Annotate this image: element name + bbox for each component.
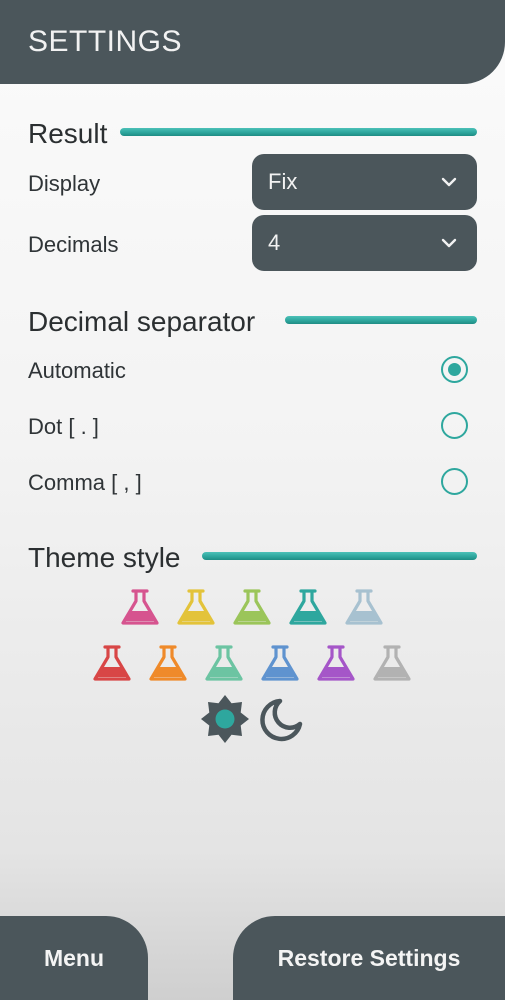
theme-flask-icon-9[interactable] xyxy=(314,642,358,684)
menu-button-label: Menu xyxy=(43,944,105,971)
display-select[interactable]: Fix xyxy=(252,154,477,210)
moon-icon[interactable] xyxy=(258,697,304,743)
section-title-decimal-separator: Decimal separator xyxy=(28,306,256,337)
radio-comma[interactable] xyxy=(441,468,468,495)
radio-selected-dot xyxy=(448,363,461,376)
radio-automatic[interactable] xyxy=(441,356,468,383)
decimals-value: 4 xyxy=(268,230,281,255)
header-bar: SETTINGS xyxy=(0,0,505,84)
theme-flask-icon-6[interactable] xyxy=(146,642,190,684)
display-value: Fix xyxy=(268,169,298,194)
section-title-result: Result xyxy=(28,118,108,149)
theme-flask-icon-0[interactable] xyxy=(118,586,162,628)
decimals-select[interactable]: 4 xyxy=(252,215,477,271)
decimals-label: Decimals xyxy=(28,232,119,257)
option-dot-label: Dot [ . ] xyxy=(28,414,99,439)
display-label: Display xyxy=(28,171,101,196)
theme-flask-icon-3[interactable] xyxy=(286,586,330,628)
section-title-theme-style: Theme style xyxy=(28,542,181,573)
chevron-down-icon xyxy=(441,238,457,248)
section-divider-decimal-separator xyxy=(285,316,477,324)
sun-icon[interactable] xyxy=(199,693,251,745)
theme-flask-icon-7[interactable] xyxy=(202,642,246,684)
option-comma-label: Comma [ , ] xyxy=(28,470,142,495)
theme-flask-icon-5[interactable] xyxy=(90,642,134,684)
option-automatic-label: Automatic xyxy=(28,358,126,383)
section-divider-theme-style xyxy=(202,552,477,560)
page-title: SETTINGS xyxy=(28,25,183,58)
radio-dot[interactable] xyxy=(441,412,468,439)
theme-flask-icon-2[interactable] xyxy=(230,586,274,628)
menu-button[interactable]: Menu xyxy=(0,916,148,1000)
restore-settings-button-label: Restore Settings xyxy=(277,944,461,971)
theme-flask-icon-4[interactable] xyxy=(342,586,386,628)
theme-flask-icon-1[interactable] xyxy=(174,586,218,628)
restore-settings-button[interactable]: Restore Settings xyxy=(233,916,505,1000)
theme-flask-icon-8[interactable] xyxy=(258,642,302,684)
section-divider-result xyxy=(120,128,477,136)
chevron-down-icon xyxy=(441,177,457,187)
theme-flask-icon-10[interactable] xyxy=(370,642,414,684)
